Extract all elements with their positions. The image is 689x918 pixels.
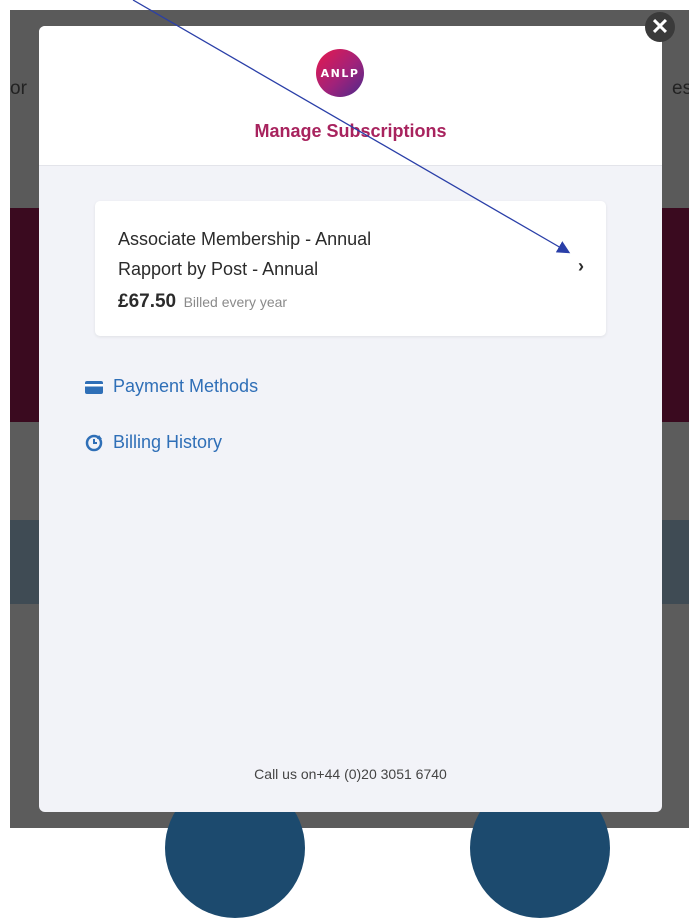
background-text-right: es	[672, 78, 689, 99]
background-text-left: or	[10, 78, 27, 99]
subscription-card[interactable]: Associate Membership - Annual Rapport by…	[95, 201, 606, 336]
chevron-right-icon: ›	[578, 256, 584, 276]
anlp-logo: ANLP	[316, 49, 364, 97]
close-button[interactable]: ✕	[645, 12, 675, 42]
subscription-line-2: Rapport by Post - Annual	[118, 259, 319, 279]
credit-card-icon	[85, 378, 103, 396]
billing-history-label: Billing History	[113, 432, 223, 452]
billing-frequency: Billed every year	[183, 294, 288, 310]
contact-footer: Call us on+44 (0)20 3051 6740	[254, 766, 447, 782]
modal-title: Manage Subscriptions	[254, 121, 447, 141]
history-icon	[85, 434, 103, 452]
subscription-line-1: Associate Membership - Annual	[118, 229, 372, 249]
payment-methods-link[interactable]: Payment Methods	[85, 376, 258, 397]
modal-header: ANLP Manage Subscriptions	[39, 26, 662, 166]
price-row: £67.50 Billed every year	[118, 291, 287, 313]
billing-history-link[interactable]: Billing History	[85, 432, 222, 453]
subscription-price: £67.50	[118, 291, 177, 312]
logo-text: ANLP	[320, 66, 360, 80]
manage-subscriptions-modal: ANLP Manage Subscriptions Associate Memb…	[39, 26, 662, 812]
payment-methods-label: Payment Methods	[113, 376, 259, 396]
close-icon: ✕	[650, 14, 670, 39]
